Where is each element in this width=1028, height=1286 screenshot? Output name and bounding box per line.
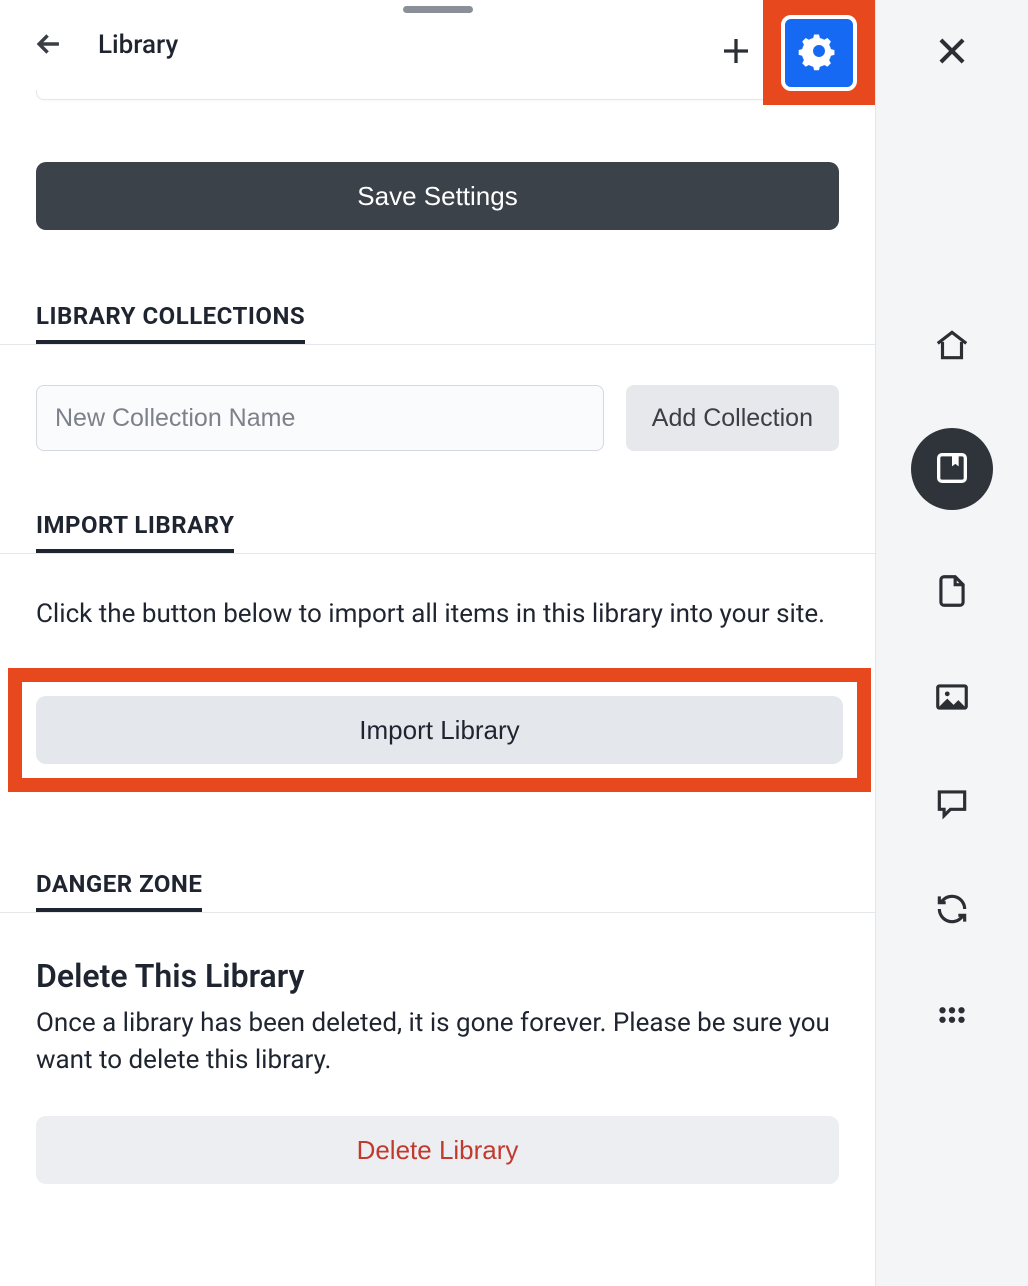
nav-pages[interactable] [928, 568, 976, 616]
add-button[interactable] [709, 26, 763, 80]
grid-dots-icon [933, 996, 971, 1037]
import-description: Click the button below to import all ite… [36, 596, 839, 632]
gear-icon [798, 30, 840, 75]
topbar: Library [0, 0, 875, 90]
collections-header: LIBRARY COLLECTIONS [36, 302, 305, 344]
collection-row: Add Collection [36, 385, 839, 451]
danger-title: Delete This Library [36, 957, 839, 995]
home-icon [933, 326, 971, 367]
back-button[interactable] [28, 23, 70, 68]
page-title: Library [98, 30, 178, 60]
content: Save Settings LIBRARY COLLECTIONS Add Co… [0, 90, 875, 1184]
nav-more[interactable] [928, 992, 976, 1040]
bookmark-box-icon [932, 448, 972, 491]
chat-icon [933, 784, 971, 825]
nav-comments[interactable] [928, 780, 976, 828]
danger-header: DANGER ZONE [36, 870, 202, 912]
settings-button[interactable] [781, 15, 857, 91]
arrow-left-icon [32, 27, 66, 64]
import-highlight: Import Library [8, 668, 871, 792]
nav-sync[interactable] [928, 886, 976, 934]
image-icon [933, 678, 971, 719]
nav-media[interactable] [928, 674, 976, 722]
add-collection-button[interactable]: Add Collection [626, 385, 839, 451]
side-rail [876, 0, 1028, 1286]
import-header: IMPORT LIBRARY [36, 511, 234, 553]
danger-description: Once a library has been deleted, it is g… [36, 1005, 839, 1078]
topbar-actions [709, 0, 875, 105]
close-button[interactable] [928, 28, 976, 76]
file-icon [933, 572, 971, 613]
nav-home[interactable] [928, 322, 976, 370]
section-danger: DANGER ZONE [0, 870, 875, 913]
close-icon [933, 32, 971, 73]
settings-highlight [763, 0, 875, 105]
section-import: IMPORT LIBRARY [0, 511, 875, 554]
collection-name-input[interactable] [36, 385, 604, 451]
library-panel: Library Save Settings [0, 0, 876, 1286]
sync-icon [933, 890, 971, 931]
delete-library-button[interactable]: Delete Library [36, 1116, 839, 1184]
save-settings-button[interactable]: Save Settings [36, 162, 839, 230]
import-library-button[interactable]: Import Library [36, 696, 843, 764]
plus-icon [718, 33, 754, 72]
section-collections: LIBRARY COLLECTIONS [0, 302, 875, 345]
nav-library[interactable] [911, 428, 993, 510]
